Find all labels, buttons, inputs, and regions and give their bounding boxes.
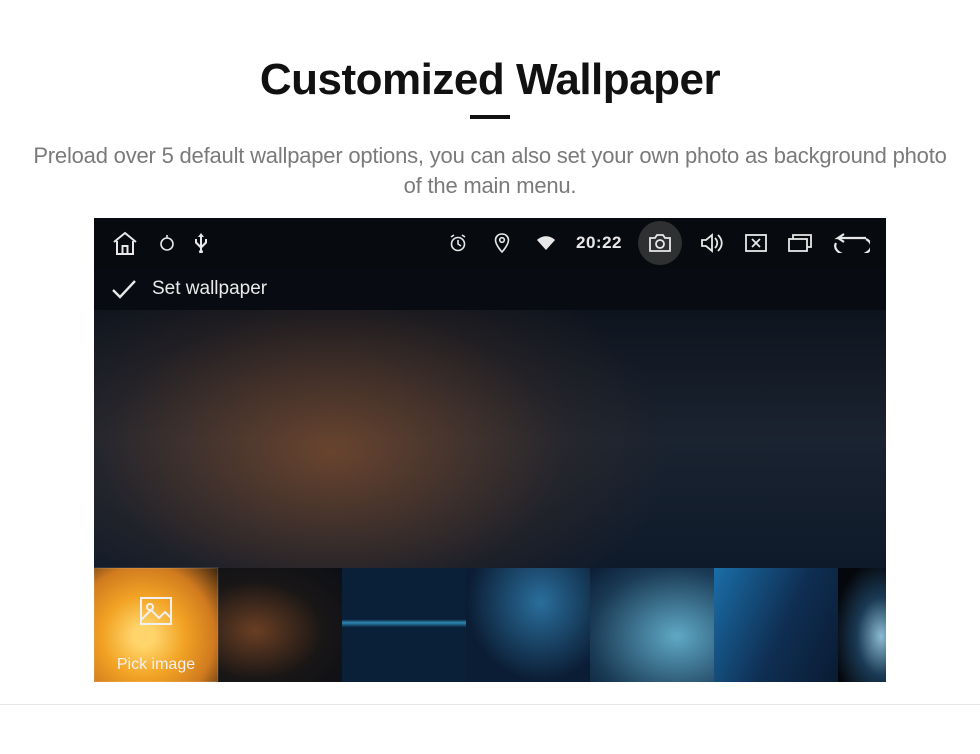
- power-timer-icon: [158, 234, 176, 252]
- wallpaper-thumb-3[interactable]: [466, 568, 590, 682]
- wallpaper-thumb-6[interactable]: [838, 568, 886, 682]
- wallpaper-header: Set wallpaper: [94, 268, 886, 310]
- page-title: Customized Wallpaper: [0, 55, 980, 105]
- device-screenshot: 20:22: [94, 218, 886, 682]
- volume-icon[interactable]: [698, 229, 726, 257]
- recent-apps-icon[interactable]: [786, 229, 814, 257]
- page-description: Preload over 5 default wallpaper options…: [0, 141, 980, 200]
- screenshot-button[interactable]: [638, 221, 682, 265]
- status-right: 20:22: [444, 221, 870, 265]
- wallpaper-thumb-5[interactable]: [714, 568, 838, 682]
- status-left: [110, 230, 208, 256]
- home-icon[interactable]: [110, 230, 140, 256]
- back-icon[interactable]: [830, 229, 870, 257]
- set-wallpaper-label: Set wallpaper: [152, 278, 267, 300]
- wallpaper-preview[interactable]: [94, 310, 886, 568]
- divider: [0, 704, 980, 705]
- check-icon[interactable]: [110, 278, 138, 300]
- status-time: 20:22: [576, 233, 622, 253]
- close-window-icon[interactable]: [742, 229, 770, 257]
- wifi-icon: [532, 229, 560, 257]
- title-underline: [470, 115, 510, 119]
- wallpaper-thumb-1[interactable]: [218, 568, 342, 682]
- usb-icon: [194, 233, 208, 253]
- location-icon: [488, 229, 516, 257]
- pick-image-tile[interactable]: Pick image: [94, 568, 218, 682]
- alarm-icon: [444, 229, 472, 257]
- wallpaper-thumb-4[interactable]: [590, 568, 714, 682]
- wallpaper-thumb-2[interactable]: [342, 568, 466, 682]
- image-icon: [139, 596, 173, 626]
- pick-image-label: Pick image: [94, 656, 218, 674]
- status-bar: 20:22: [94, 218, 886, 268]
- wallpaper-thumbnails: Pick image: [94, 568, 886, 682]
